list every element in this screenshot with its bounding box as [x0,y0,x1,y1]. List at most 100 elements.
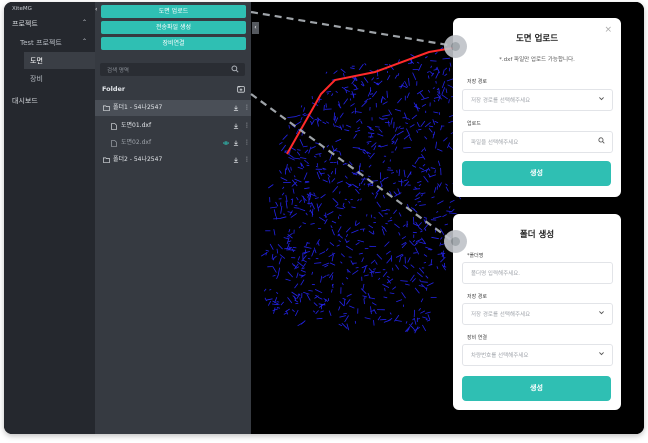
cad-stroke [291,263,295,267]
path-select[interactable]: 저장 경로를 선택해주세요 [462,89,613,111]
cad-stroke [414,247,420,255]
cad-stroke [414,287,420,294]
cad-stroke [352,83,356,87]
cad-stroke [294,205,298,207]
cad-stroke [367,155,371,158]
more-vertical-icon[interactable]: ⋮ [244,100,250,116]
upload-drawing-button[interactable]: 도면 업로드 [101,5,246,18]
cad-stroke [336,244,340,247]
download-icon[interactable] [233,105,239,111]
cad-stroke [420,192,426,195]
cad-stroke [368,224,374,229]
folder-name-input[interactable]: 폴더명 입력해주세요. [462,262,613,284]
cad-stroke [313,302,318,307]
cad-stroke [293,207,300,209]
more-vertical-icon[interactable]: ⋮ [244,152,250,168]
cad-stroke [325,248,329,252]
cad-stroke [346,240,350,243]
cad-stroke [436,266,439,270]
tree-row-label: 폴더1 - 54나2547 [113,104,163,111]
cad-stroke [352,147,361,149]
folder-path-select[interactable]: 저장 경로를 선택해주세요 [462,303,613,325]
cad-stroke [419,92,425,99]
tree-row-folder2[interactable]: 폴더2 - 54나2547 ⋮ [95,152,251,168]
download-icon[interactable] [233,123,239,129]
cad-stroke [398,125,401,129]
cad-stroke [382,284,390,288]
cad-stroke [371,272,373,278]
cad-stroke [280,144,287,152]
more-vertical-icon[interactable]: ⋮ [244,135,250,151]
chevron-up-icon[interactable]: ⌃ [82,19,87,26]
add-folder-icon[interactable] [237,85,245,93]
cad-stroke [369,93,374,95]
cad-stroke [285,163,288,171]
cad-stroke [444,73,448,77]
download-icon[interactable] [233,157,239,163]
cad-stroke [328,252,336,258]
tree-row-file1[interactable]: 도면01.dxf ⋮ [95,118,251,134]
search-input[interactable]: 검색 명역 [100,63,245,76]
tree-row-folder1[interactable]: 폴더1 - 54나2547 ⋮ [95,100,251,116]
cad-stroke [351,229,359,234]
cad-stroke [414,197,420,201]
cad-stroke [421,281,428,283]
cad-stroke [349,305,355,309]
cad-stroke [359,228,366,230]
cad-stroke [296,151,301,156]
cad-stroke [410,207,416,211]
cad-stroke [322,179,328,183]
nav-project[interactable]: 프로젝트 [12,19,38,29]
cad-stroke [354,129,361,133]
cad-stroke [326,211,334,216]
chevron-left-icon[interactable]: ‹ [95,6,100,16]
nav-dashboard[interactable]: 대시보드 [12,96,38,106]
cad-stroke [327,177,331,184]
cad-stroke [396,130,404,136]
cad-stroke [436,148,443,152]
cad-stroke [303,107,305,112]
cad-stroke [301,267,305,270]
nav-equipment[interactable]: 장비 [30,74,43,84]
cad-stroke [332,186,339,193]
cad-stroke [384,287,386,292]
connect-equipment-button[interactable]: 장비연결 [101,37,246,50]
cad-stroke [272,303,279,306]
cad-stroke [404,80,408,88]
cad-stroke [291,199,294,205]
cad-stroke [437,200,444,205]
folder-name-placeholder: 폴더명 입력해주세요. [471,271,521,277]
cad-stroke [367,89,372,97]
search-icon[interactable] [598,137,605,144]
cad-stroke [345,234,349,238]
chevron-up-icon[interactable]: ⌃ [82,38,87,45]
cad-stroke [382,96,386,100]
file-input[interactable]: 파일을 선택해주세요 [462,131,613,153]
create-folder-button[interactable]: 생성 [462,376,611,401]
cad-stroke [433,99,436,103]
eye-icon[interactable] [223,140,229,146]
cad-stroke [446,210,452,213]
cad-stroke [316,317,323,320]
chevron-left-icon[interactable]: ‹ [252,22,259,34]
create-transfer-file-button[interactable]: 전송파일 생성 [101,21,246,34]
search-icon[interactable] [231,65,239,73]
tree-row-file2[interactable]: 도면02.dxf ⋮ [95,135,251,151]
create-button[interactable]: 생성 [462,161,611,186]
cad-stroke [435,80,437,84]
cad-stroke [418,307,422,312]
nav-drawing[interactable]: 도면 [30,56,43,66]
more-vertical-icon[interactable]: ⋮ [244,118,250,134]
cad-stroke [340,261,343,264]
cad-stroke [272,265,277,273]
cad-stroke [360,177,366,185]
chevron-down-icon [599,352,604,356]
cad-stroke [366,141,372,143]
equipment-select[interactable]: 차량번호를 선택해주세요 [462,344,613,366]
cad-stroke [333,70,338,75]
cad-stroke [357,126,360,130]
cad-stroke [428,127,433,133]
nav-test-project[interactable]: Test 프로젝트 [20,38,62,48]
cad-stroke [322,121,327,125]
download-icon[interactable] [233,140,239,146]
